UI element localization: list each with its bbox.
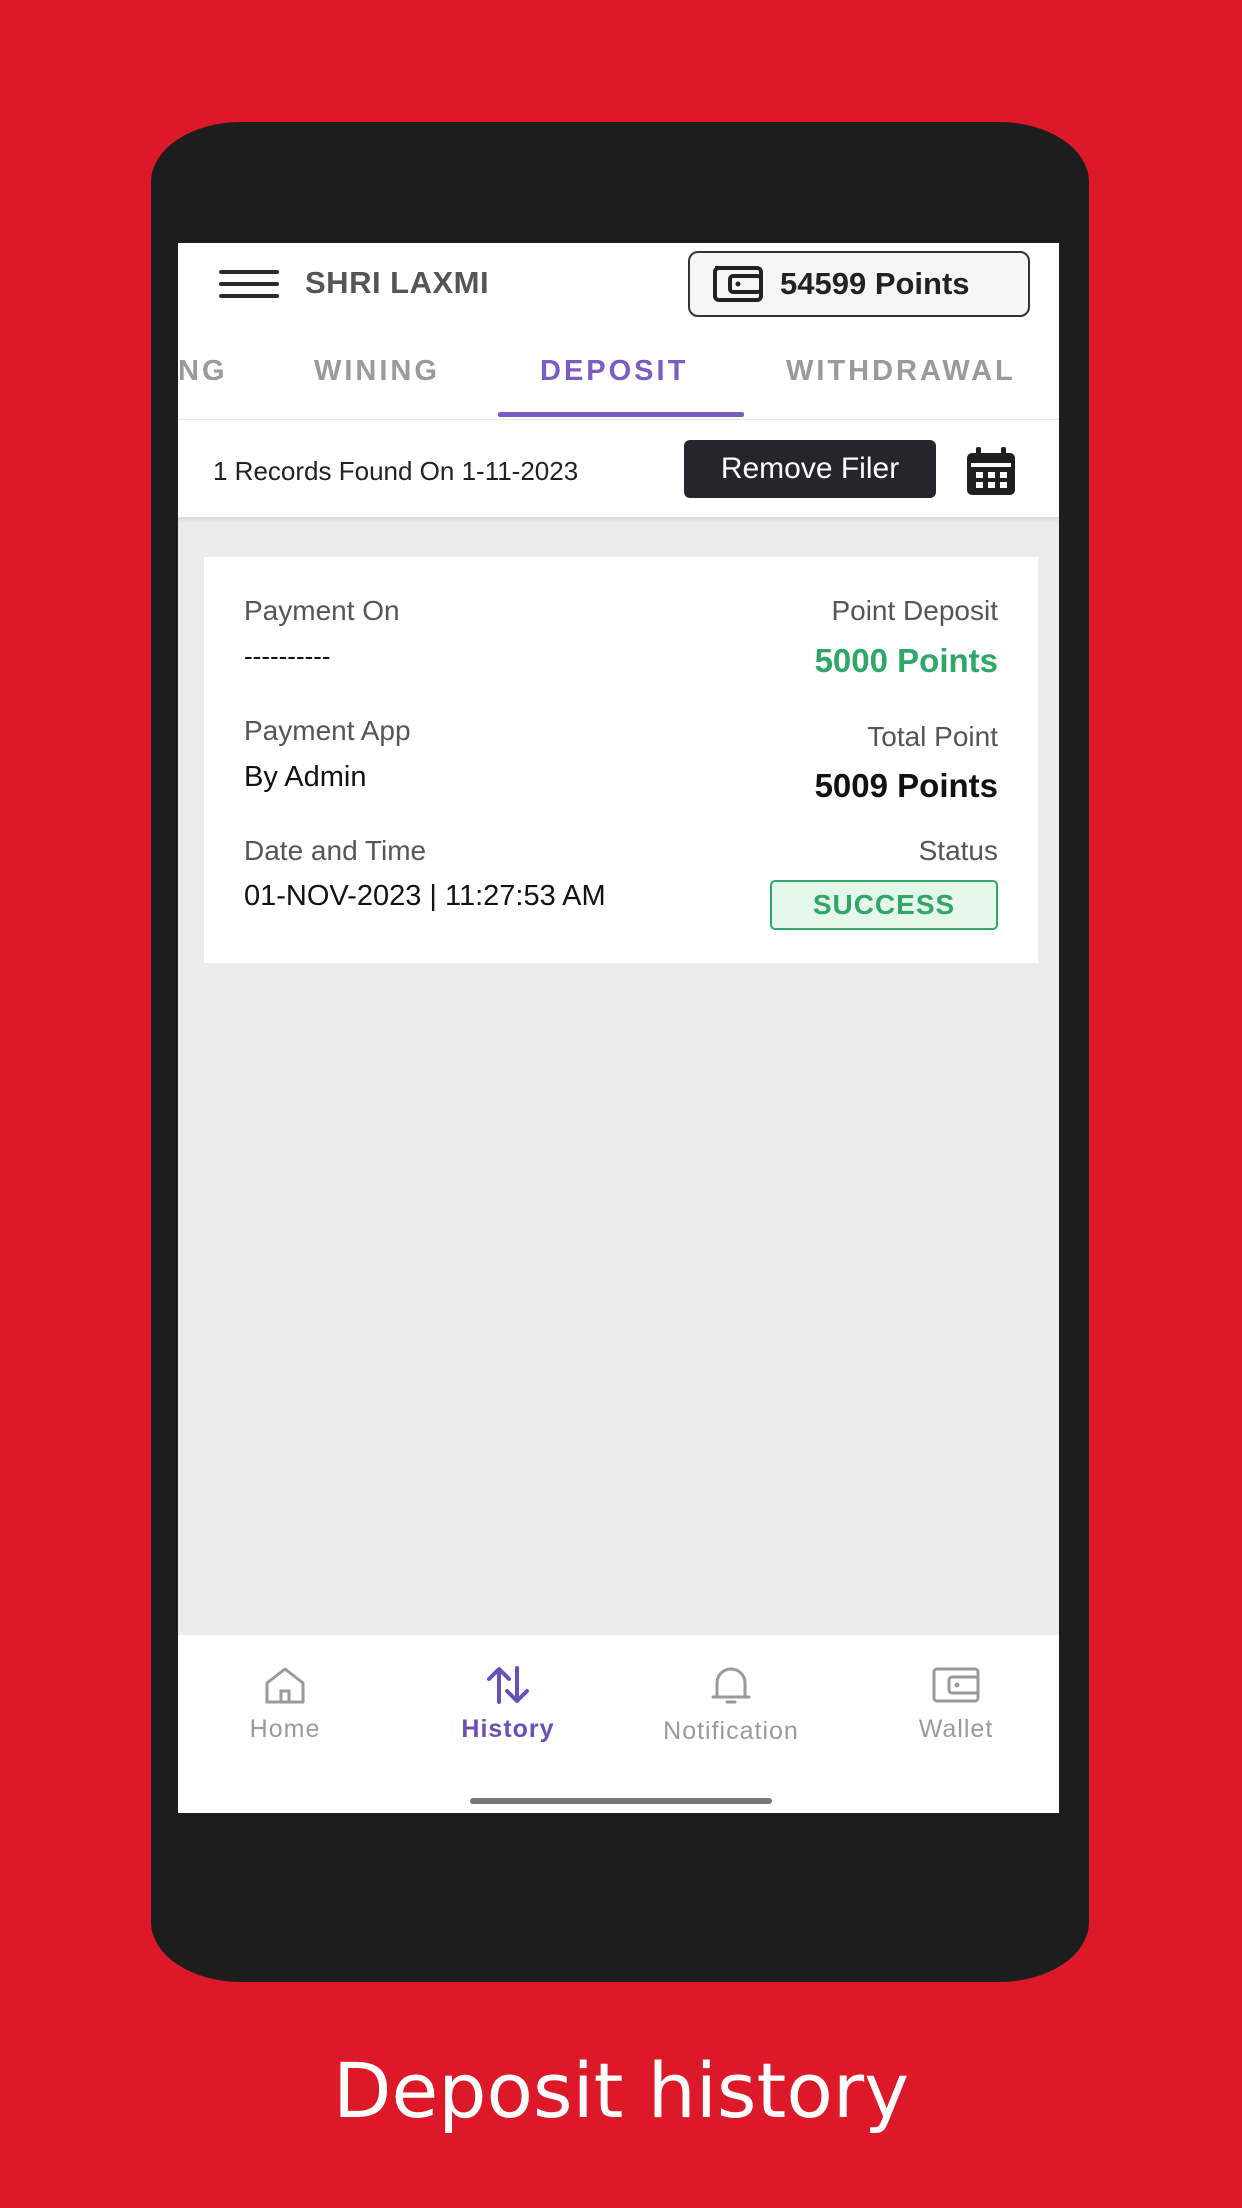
records-count: 1 Records Found On 1-11-2023 <box>213 456 579 486</box>
app-screen: SHRI LAXMI 54599 Points NG WINING DEPOSI… <box>178 243 1059 1813</box>
nav-history-label: History <box>461 1715 555 1743</box>
history-tabs: NG WINING DEPOSIT WITHDRAWAL <box>178 325 1059 419</box>
payment-on-label: Payment On <box>244 595 400 626</box>
nav-notification-label: Notification <box>663 1717 799 1745</box>
nav-notification[interactable]: Notification <box>631 1665 831 1746</box>
total-point-label: Total Point <box>867 721 998 752</box>
app-bar: SHRI LAXMI 54599 Points <box>178 243 1059 325</box>
wallet-icon <box>713 266 763 302</box>
promo-stage: SHRI LAXMI 54599 Points NG WINING DEPOSI… <box>0 0 1242 2208</box>
payment-on-value: ---------- <box>244 641 331 671</box>
datetime-value: 01-NOV-2023 | 11:27:53 AM <box>244 880 606 912</box>
menu-icon[interactable] <box>219 268 279 300</box>
point-deposit-value: 5000 Points <box>814 642 998 679</box>
app-title: SHRI LAXMI <box>305 265 490 300</box>
calendar-icon[interactable] <box>964 446 1018 498</box>
point-deposit-label: Point Deposit <box>831 595 998 626</box>
wallet-icon <box>932 1667 980 1703</box>
active-tab-indicator <box>498 412 744 417</box>
nav-wallet[interactable]: Wallet <box>856 1665 1056 1744</box>
tab-wining[interactable]: WINING <box>314 355 440 388</box>
total-point-value: 5009 Points <box>814 767 998 804</box>
status-badge: SUCCESS <box>770 880 998 930</box>
payment-app-value: By Admin <box>244 761 367 793</box>
nav-history[interactable]: History <box>408 1665 608 1744</box>
payment-app-label: Payment App <box>244 715 411 746</box>
status-label: Status <box>918 835 998 866</box>
nav-wallet-label: Wallet <box>918 1715 994 1743</box>
deposit-record-card: Payment On ---------- Point Deposit 5000… <box>204 557 1038 963</box>
bell-icon <box>711 1667 751 1704</box>
tab-deposit[interactable]: DEPOSIT <box>540 355 688 388</box>
promo-caption: Deposit history <box>332 2046 910 2135</box>
tab-bidding[interactable]: NG <box>178 355 228 388</box>
remove-filter-button[interactable]: Remove Filer <box>684 440 936 498</box>
home-indicator-bar <box>470 1798 772 1804</box>
nav-home-label: Home <box>249 1715 321 1743</box>
history-icon <box>487 1666 529 1704</box>
bottom-nav: Home History Notification Wallet <box>178 1635 1059 1813</box>
tab-withdrawal[interactable]: WITHDRAWAL <box>786 355 1016 388</box>
wallet-points-button[interactable]: 54599 Points <box>688 251 1030 317</box>
points-balance: 54599 Points <box>780 266 970 301</box>
filter-bar: 1 Records Found On 1-11-2023 Remove File… <box>178 419 1059 517</box>
datetime-label: Date and Time <box>244 835 427 866</box>
nav-home[interactable]: Home <box>185 1665 385 1744</box>
home-icon <box>265 1667 305 1704</box>
